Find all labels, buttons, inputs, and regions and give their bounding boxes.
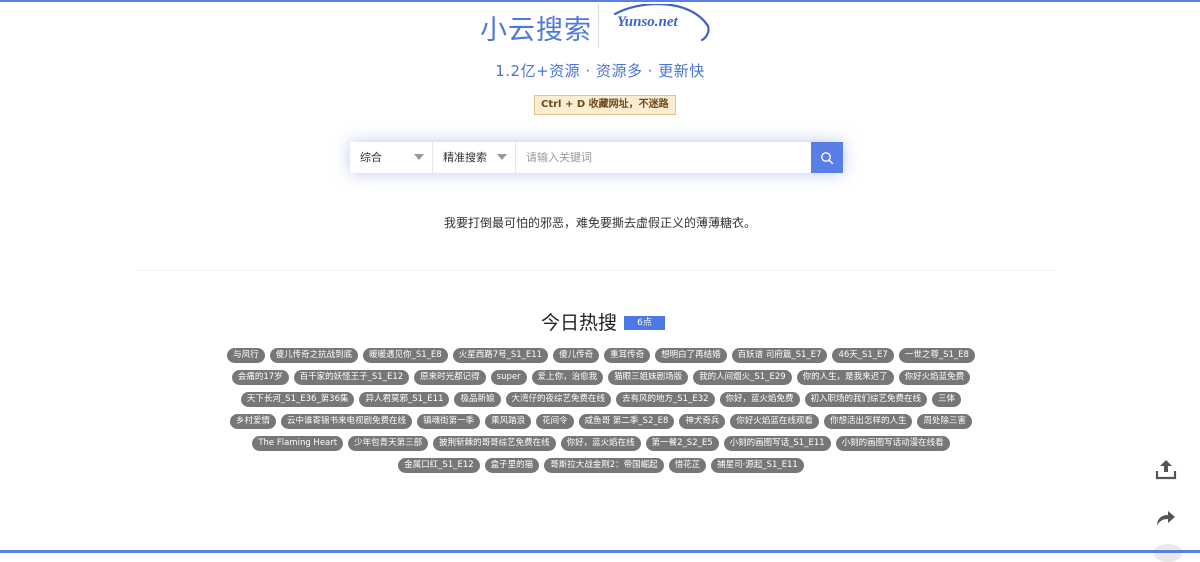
- hot-search-tag[interactable]: 第一餐2_S2_E5: [645, 436, 719, 451]
- hot-search-tag[interactable]: 猫眼三姐妹剧场版: [608, 370, 689, 385]
- hot-search-tag[interactable]: 咸鱼哥 第二季_S2_E8: [578, 414, 675, 429]
- hot-search-tag[interactable]: 惜花芷: [668, 458, 707, 473]
- logo-domain: Yunso.net: [617, 14, 678, 30]
- hot-search-tag[interactable]: 一世之尊_S1_E8: [898, 348, 975, 363]
- search-mode-select[interactable]: 精准搜索: [433, 142, 516, 173]
- hot-search-tag[interactable]: 镇魂街第一季: [417, 414, 481, 429]
- hot-search-tag[interactable]: 你的人生，是我来迟了: [796, 370, 894, 385]
- hot-search-tag[interactable]: 乘风踏浪: [485, 414, 532, 429]
- hot-search-tag[interactable]: 小刻的画图写话_S1_E11: [723, 436, 831, 451]
- hot-search-tag[interactable]: super: [490, 370, 527, 385]
- hot-search-tag[interactable]: 你好，蓝火焰免费: [719, 392, 800, 407]
- logo[interactable]: 小云搜索 Yunso.net: [0, 4, 1200, 50]
- hot-search-tag[interactable]: 小刻的画图写话动漫在线看: [835, 436, 950, 451]
- tagline: 1.2亿+资源 · 资源多 · 更新快: [495, 62, 705, 80]
- hot-search-tag[interactable]: 与凤行: [227, 348, 265, 363]
- hot-search-tag[interactable]: 天下长河_S1_E36_第36集: [240, 392, 355, 407]
- hot-search-tag[interactable]: 金属口红_S1_E12: [398, 458, 480, 473]
- hot-search-tags: 与凤行 傻儿传奇之抗战到底 暖暖遇见你_S1_E8 火星西路7号_S1_E11 傻儿传奇…: [222, 348, 980, 473]
- category-select[interactable]: 综合: [350, 142, 433, 173]
- category-select-value: 综合: [360, 151, 382, 164]
- search-bar: 综合 精准搜索: [350, 142, 843, 173]
- scroll-top-button[interactable]: [1154, 544, 1182, 562]
- hot-search-title: 今日热搜: [541, 312, 618, 334]
- hot-search-tag[interactable]: 去有风的地方_S1_E32: [616, 392, 715, 407]
- hot-search-tag[interactable]: 神犬奇兵: [679, 414, 726, 429]
- hot-search-tag[interactable]: 爱上你，治愈我: [531, 370, 604, 385]
- top-accent-bar: [0, 0, 1200, 2]
- hot-search-tag[interactable]: 百千家的妖怪王子_S1_E12: [293, 370, 410, 385]
- hot-search-tag[interactable]: 傻儿传奇之抗战到底: [269, 348, 359, 363]
- hot-search-tag[interactable]: 我的人间烟火_S1_E29: [693, 370, 792, 385]
- search-icon: [821, 151, 834, 164]
- hot-search-tag[interactable]: 你想活出怎样的人生: [823, 414, 913, 429]
- hot-search-tag[interactable]: 百妖谱 司府篇_S1_E7: [731, 348, 828, 363]
- hot-search-tag[interactable]: 捕星司·源起_S1_E11: [711, 458, 804, 473]
- hot-search-tag[interactable]: 异人君莫邪_S1_E11: [359, 392, 450, 407]
- hot-search-tag[interactable]: 花间令: [536, 414, 574, 429]
- hot-search-tag[interactable]: 46天_S1_E7: [832, 348, 894, 363]
- hot-search-tag[interactable]: 乡村爱情: [230, 414, 277, 429]
- hot-search-tag[interactable]: 少年包青天第三部: [348, 436, 429, 451]
- hot-search-tag[interactable]: 火星西路7号_S1_E11: [452, 348, 549, 363]
- share-icon[interactable]: [1154, 506, 1178, 530]
- logo-text: 小云搜索: [480, 15, 592, 46]
- hot-search-tag[interactable]: 会痛的17岁: [231, 370, 289, 385]
- bookmark-tip: Ctrl + D 收藏网址，不迷路: [534, 95, 676, 115]
- hot-search-tag[interactable]: 你好火焰蓝免费: [898, 370, 971, 385]
- hot-search-tag[interactable]: 你好火焰蓝在线观看: [730, 414, 819, 429]
- hot-search-tag[interactable]: 周处除三害: [917, 414, 972, 429]
- search-mode-value: 精准搜索: [443, 151, 487, 164]
- daily-quote: 我要打倒最可怕的邪恶，难免要撕去虚假正义的薄薄糖衣。: [443, 216, 756, 230]
- hot-search-tag[interactable]: 想明白了再结婚: [655, 348, 727, 363]
- hot-search-tag[interactable]: 大湾仔的夜综艺免费在线: [505, 392, 612, 407]
- upload-icon[interactable]: [1154, 457, 1178, 481]
- hot-search-tag[interactable]: 你好，蓝火焰在线: [560, 436, 641, 451]
- hot-search-time-badge: 6点: [624, 316, 665, 330]
- hot-search-tag[interactable]: 盒子里的猫: [484, 458, 540, 473]
- hot-search-tag[interactable]: 初入职场的我们综艺免费在线: [804, 392, 928, 407]
- hot-search-tag[interactable]: 原来时光都记得: [414, 370, 486, 385]
- logo-divider: [598, 4, 599, 48]
- chevron-down-icon: [497, 154, 507, 160]
- hot-search-tag[interactable]: 披荆斩棘的哥哥综艺免费在线: [433, 436, 556, 451]
- hot-search-tag[interactable]: 极品新娘: [454, 392, 501, 407]
- hot-search-tag[interactable]: 傻儿传奇: [553, 348, 600, 363]
- section-divider: [136, 270, 1056, 271]
- hot-search-tag[interactable]: 三体: [932, 392, 962, 407]
- chevron-down-icon: [414, 154, 424, 160]
- hot-search-tag[interactable]: 哥斯拉大战金刚2：帝国崛起: [544, 458, 664, 473]
- hot-search-tag[interactable]: 暖暖遇见你_S1_E8: [363, 348, 448, 363]
- search-button[interactable]: [811, 142, 843, 173]
- hot-search-tag[interactable]: The Flaming Heart: [252, 436, 344, 451]
- hot-search-tag[interactable]: 云中谁寄锦书来电视剧免费在线: [281, 414, 413, 429]
- search-input[interactable]: [516, 142, 811, 173]
- hot-search-tag[interactable]: 重耳传奇: [604, 348, 651, 363]
